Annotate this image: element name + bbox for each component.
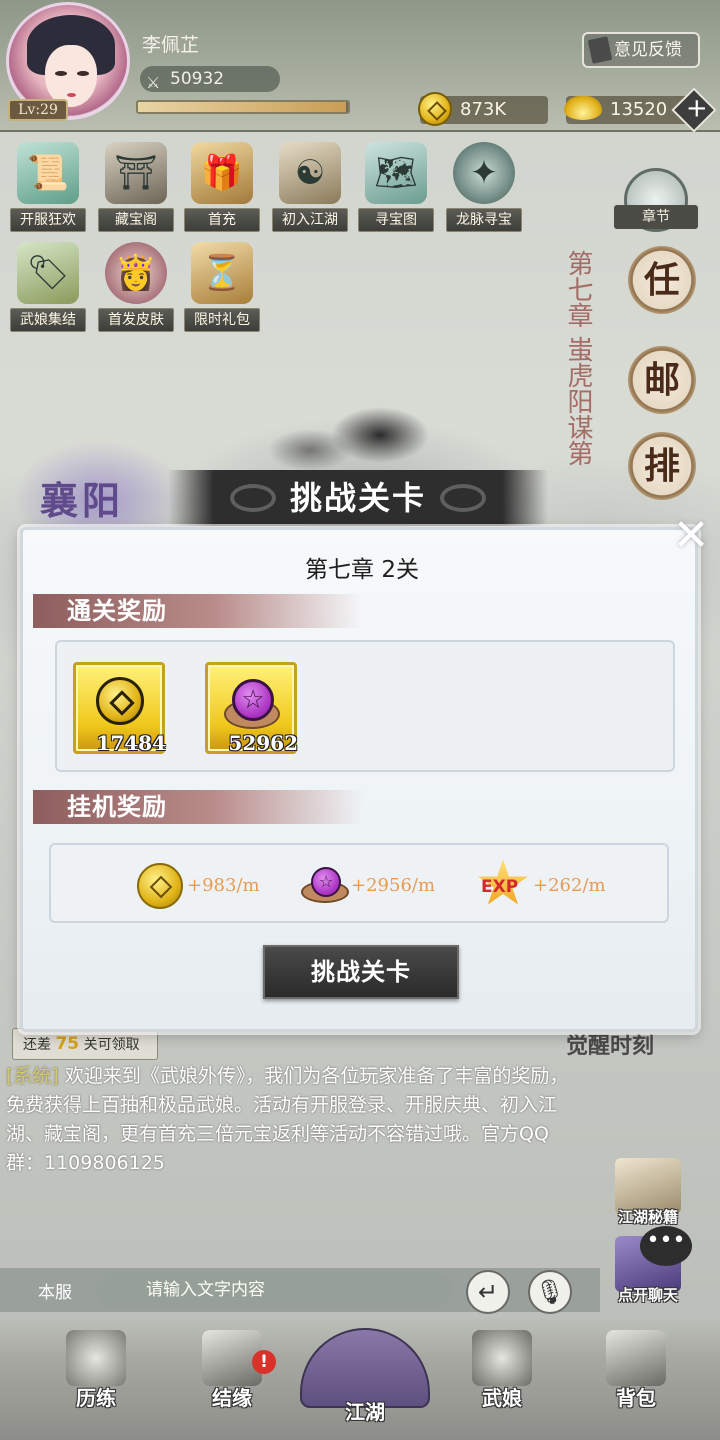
task-button[interactable]: 任 [628,246,696,314]
level-badge: Lv:29 [8,99,68,121]
challenge-stage-button[interactable]: 挑战关卡 [263,945,459,999]
awakening-label: 觉醒时刻 [566,1033,655,1059]
chat-bubble-icon: ••• [640,1226,692,1266]
activity-first-charge[interactable]: 🎁 首充 [184,142,260,238]
activity-wuniang-gather[interactable]: 🏷 武娘集结 [10,242,86,338]
system-chat-message: [系统] 欢迎来到《武娘外传》，我们为各位玩家准备了丰富的奖励，免费获得上百抽和… [6,1065,569,1174]
hat-icon [472,1330,532,1386]
reward-gold[interactable]: 17484 [73,662,166,755]
purple-gem-icon: ☆ [224,677,280,733]
activity-kaifu[interactable]: 📜 开服狂欢 [10,142,86,238]
chapter-vertical-title: 第七章 蚩虎阳谋第 [563,250,593,467]
notification-badge: ! [252,1350,276,1374]
wolf-illustration [230,380,430,480]
reward-gem[interactable]: ☆ 52962 [205,662,298,755]
portrait-icon: 👸 [105,242,167,304]
hourglass-gift-icon: ⏳ [191,242,253,304]
ingot-icon [564,96,602,120]
add-ingot-icon[interactable] [671,87,717,133]
nav-training[interactable]: 历练 [46,1330,146,1430]
player-name: 李佩芷 [142,34,200,56]
ranking-button[interactable]: 排 [628,432,696,500]
mail-button[interactable]: 邮 [628,346,696,414]
combat-power: ⚔ 50932 [140,66,280,92]
chapter-label: 章节 [614,205,698,229]
nav-backpack[interactable]: 背包 [586,1330,686,1430]
server-channel-label[interactable]: 本服 [38,1278,72,1303]
clear-reward-header: 通关奖励 [33,594,363,628]
map-icon: 🗺 [365,142,427,204]
power-icon: ⚔ [146,73,161,92]
activity-newbie[interactable]: ☯ 初入江湖 [272,142,348,238]
top-bar: Lv:29 李佩芷 ⚔ 50932 意见反馈 873K 13520 [0,0,720,133]
compass-icon: ✦ [453,142,515,204]
send-icon[interactable]: ↵ [466,1270,510,1314]
activity-limited-gift[interactable]: ⏳ 限时礼包 [184,242,260,338]
activity-treasure-pavilion[interactable]: ⛩ 藏宝阁 [98,142,174,238]
ingot-currency: 13520 [564,87,717,133]
gift-box-icon: 🎁 [191,142,253,204]
feedback-button[interactable]: 意见反馈 [582,32,700,68]
jianghu-secrets-button[interactable]: 江湖秘籍 [606,1158,690,1227]
close-icon[interactable]: ✕ [669,514,713,560]
gold-currency: 873K [418,92,548,126]
activity-dragon-vein[interactable]: ✦ 龙脉寻宝 [446,142,522,238]
system-tag: [系统] [6,1065,59,1087]
nav-bond[interactable]: 结缘 [182,1330,282,1430]
stage-banner: 挑战关卡 [168,470,548,526]
activity-first-skin[interactable]: 👸 首发皮肤 [98,242,174,338]
dialog-title: 第七章 2关 [305,557,419,583]
nav-jianghu[interactable]: 江湖 [300,1318,430,1428]
clear-reward-list: 17484 ☆ 52962 [55,640,675,772]
idle-reward-header: 挂机奖励 [33,790,363,824]
pavilion-icon: ⛩ [105,142,167,204]
nav-wuniang[interactable]: 武娘 [452,1330,552,1430]
bag-icon [606,1330,666,1386]
gold-coin-icon [137,863,183,909]
banner-icon: 🏷 [17,242,79,304]
stage-banner-title: 挑战关卡 [289,479,426,517]
microphone-icon[interactable]: 🎙 [528,1270,572,1314]
region-label: 襄阳 [14,440,184,540]
chat-input[interactable] [96,1272,452,1308]
purple-gem-icon: ☆ [301,863,349,907]
gold-coin-icon [96,677,144,725]
exp-bar-fill [138,102,346,112]
scroll-icon: 📜 [17,142,79,204]
cloud-icon [66,1330,126,1386]
activity-treasure-map[interactable]: 🗺 寻宝图 [358,142,434,238]
gold-coin-icon [418,92,452,126]
feedback-icon [587,36,613,64]
exp-bar [136,100,350,114]
taiji-icon: ☯ [279,142,341,204]
stage-challenge-dialog: 第七章 2关 ✕ 通关奖励 17484 ☆ 52962 挂机奖励 +983/m … [20,514,709,1032]
idle-reward-list: +983/m ☆ +2956/m EXP +262/m [49,843,669,923]
progress-hint: 还差 75 关可领取 [12,1028,158,1060]
